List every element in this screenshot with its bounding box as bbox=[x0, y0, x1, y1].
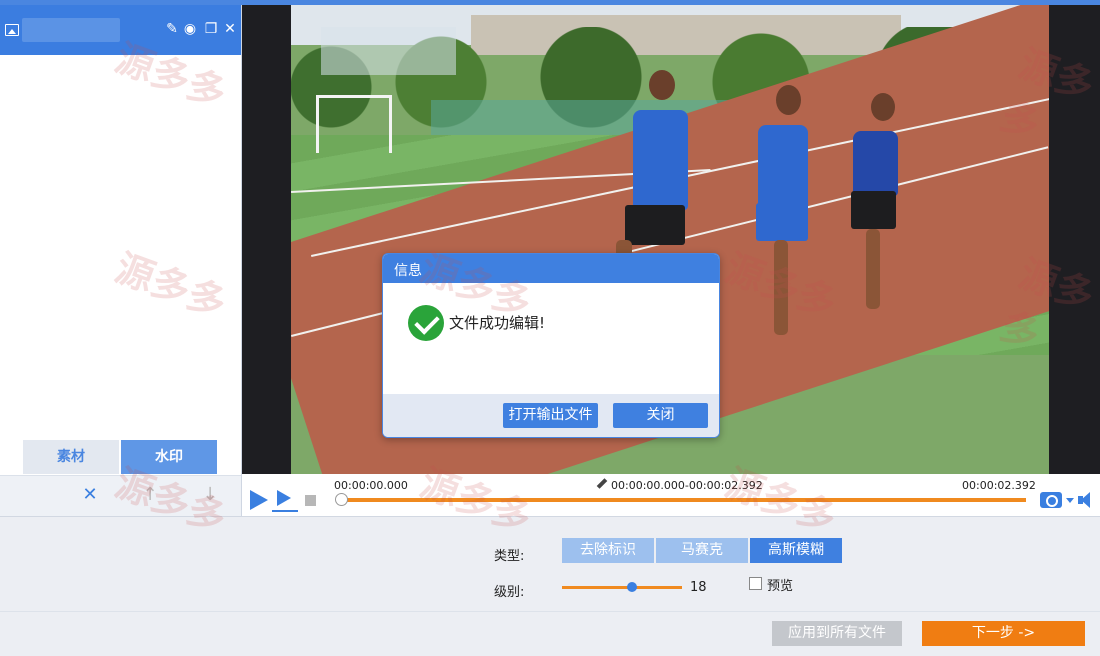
type-label: 类型: bbox=[494, 549, 525, 564]
info-dialog: 信息 文件成功编辑! 打开输出文件 关闭 bbox=[382, 253, 720, 438]
dialog-title-bar[interactable]: 信息 bbox=[383, 254, 719, 283]
left-tabs: 素材 水印 bbox=[23, 440, 218, 474]
chevron-down-icon[interactable] bbox=[1066, 498, 1074, 503]
dialog-footer: 打开输出文件 关闭 bbox=[383, 394, 719, 437]
type-option-remove-logo[interactable]: 去除标识 bbox=[562, 538, 654, 563]
move-down-icon[interactable]: ↓ bbox=[200, 485, 220, 505]
close-button[interactable]: 关闭 bbox=[613, 403, 708, 428]
total-time: 00:00:02.392 bbox=[962, 479, 1036, 492]
tab-watermark[interactable]: 水印 bbox=[121, 440, 217, 474]
footer-bar: 应用到所有文件 下一步 -> bbox=[0, 611, 1100, 656]
current-time: 00:00:00.000 bbox=[334, 479, 408, 492]
preview-checkbox[interactable] bbox=[749, 577, 762, 590]
open-output-button[interactable]: 打开输出文件 bbox=[503, 403, 598, 428]
timeline: 00:00:00.000 00:00:00.000-00:00:02.392 0… bbox=[242, 474, 1100, 516]
left-toolbar: ✕ ↑ ↓ bbox=[0, 475, 241, 516]
eye-icon[interactable]: ◉ bbox=[182, 20, 198, 38]
level-slider[interactable] bbox=[562, 586, 682, 589]
stop-icon[interactable] bbox=[305, 495, 316, 506]
delete-icon[interactable]: ✕ bbox=[80, 485, 100, 505]
image-icon bbox=[5, 24, 19, 36]
watermark-item-header[interactable]: ✎ ◉ ❐ ✕ bbox=[0, 5, 241, 55]
close-icon[interactable]: ✕ bbox=[222, 20, 238, 38]
video-goal bbox=[316, 95, 392, 153]
level-value: 18 bbox=[690, 580, 707, 595]
check-icon bbox=[408, 305, 444, 341]
progress-knob[interactable] bbox=[335, 493, 348, 506]
move-up-icon[interactable]: ↑ bbox=[140, 485, 160, 505]
preview-label: 预览 bbox=[767, 579, 794, 594]
clip-range: 00:00:00.000-00:00:02.392 bbox=[611, 479, 763, 492]
progress-bar[interactable] bbox=[338, 498, 1026, 502]
level-slider-knob[interactable] bbox=[627, 582, 637, 592]
pen-icon[interactable] bbox=[597, 479, 607, 489]
settings-panel: 类型: 去除标识 马赛克 高斯模糊 级别: 18 预览 bbox=[0, 516, 1100, 612]
apply-all-button[interactable]: 应用到所有文件 bbox=[772, 621, 902, 646]
type-option-mosaic[interactable]: 马赛克 bbox=[656, 538, 748, 563]
left-panel: ✎ ◉ ❐ ✕ 素材 水印 ✕ ↑ ↓ bbox=[0, 5, 242, 516]
blur-region[interactable] bbox=[321, 27, 456, 75]
tab-material[interactable]: 素材 bbox=[23, 440, 119, 474]
copy-icon[interactable]: ❐ bbox=[203, 20, 219, 38]
play-selection-icon[interactable] bbox=[272, 488, 298, 512]
dialog-title: 信息 bbox=[394, 263, 422, 279]
level-label: 级别: bbox=[494, 585, 525, 600]
camera-icon[interactable] bbox=[1040, 492, 1062, 508]
play-icon[interactable] bbox=[250, 490, 268, 510]
watermark-name-field[interactable] bbox=[22, 18, 120, 42]
type-option-gaussian-blur[interactable]: 高斯模糊 bbox=[750, 538, 842, 563]
edit-pencil-icon[interactable]: ✎ bbox=[164, 20, 180, 38]
volume-icon[interactable] bbox=[1078, 492, 1096, 508]
dialog-message: 文件成功编辑! bbox=[449, 314, 546, 332]
next-button[interactable]: 下一步 -> bbox=[922, 621, 1085, 646]
